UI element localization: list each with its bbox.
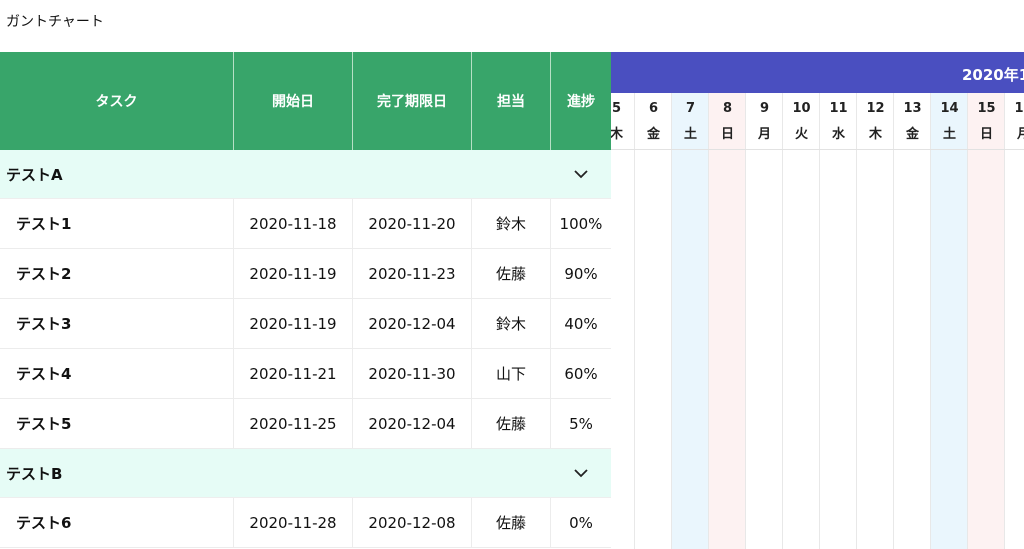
task-start-date: 2020-11-28 [234,498,353,547]
gantt-day-weekday: 日 [720,127,734,142]
task-assignee: 佐藤 [472,399,551,448]
column-header-task[interactable]: タスク [0,52,234,150]
gantt-day-weekday: 金 [905,127,919,142]
gantt-month-label: 2020年1 [962,66,1024,84]
task-end-date: 2020-11-30 [353,349,472,398]
gantt-day-weekday: 木 [868,127,882,142]
chevron-down-icon[interactable] [573,465,589,481]
gantt-day-weekday: 日 [979,127,993,142]
gantt-day-number: 11 [829,101,848,116]
gantt-day-column: 12 木 [857,93,894,549]
task-assignee: 佐藤 [472,498,551,547]
task-table-header: タスク 開始日 完了期限日 担当 進捗 [0,52,611,150]
task-start-date: 2020-11-21 [234,349,353,398]
task-end-date: 2020-12-04 [353,299,472,348]
task-assignee: 山下 [472,349,551,398]
gantt-day-column: 5木 [611,93,635,549]
task-table: タスク 開始日 完了期限日 担当 進捗 テストA テスト1 2020-11-18 20… [0,52,611,548]
gantt-day-weekday: 木 [611,127,623,142]
task-progress: 5% [569,414,593,433]
task-end-date: 2020-12-08 [353,498,472,547]
gantt-chart: 2020年1 5木6金7土8日9月10火11水12木13金14土15日16月 [611,52,1024,549]
gantt-day-number: 5 [611,101,622,116]
gantt-day-weekday: 月 [757,127,771,142]
task-progress: 90% [564,264,598,283]
task-assignee: 鈴木 [472,299,551,348]
gantt-day-number: 7 [685,101,696,116]
task-row[interactable]: テスト5 2020-11-25 2020-12-04 佐藤 5% [0,399,611,449]
task-progress: 40% [564,314,598,333]
gantt-day-column: 13 金 [894,93,931,549]
gantt-header-divider [611,149,1024,150]
gantt-day-number: 8 [722,101,733,116]
task-start-date: 2020-11-19 [234,249,353,298]
gantt-day-column: 14 土 [931,93,968,549]
task-row[interactable]: テスト1 2020-11-18 2020-11-20 鈴木 100% [0,199,611,249]
gantt-day-column: 6金 [635,93,672,549]
task-name: テスト6 [0,498,234,547]
gantt-day-weekday: 水 [831,127,845,142]
column-header-end[interactable]: 完了期限日 [353,52,472,150]
task-progress: 60% [564,364,598,383]
task-start-date: 2020-11-25 [234,399,353,448]
gantt-day-number: 9 [759,101,770,116]
task-end-date: 2020-11-23 [353,249,472,298]
gantt-day-weekday: 火 [794,127,808,142]
task-table-body: テストA テスト1 2020-11-18 2020-11-20 鈴木 100% テスト2 20… [0,150,611,548]
gantt-day-number: 16 [1014,101,1024,116]
gantt-day-number: 10 [792,101,811,116]
gantt-day-column: 8日 [709,93,746,549]
gantt-day-column: 7土 [672,93,709,549]
gantt-day-number: 14 [940,101,959,116]
task-assignee: 佐藤 [472,249,551,298]
task-end-date: 2020-11-20 [353,199,472,248]
gantt-month-bar: 2020年1 [611,52,1024,93]
column-header-progress[interactable]: 進捗 [551,52,611,150]
group-name: テストB [6,464,63,483]
task-row[interactable]: テスト4 2020-11-21 2020-11-30 山下 60% [0,349,611,399]
gantt-day-column: 16 月 [1005,93,1024,549]
task-end-date: 2020-12-04 [353,399,472,448]
group-name: テストA [6,165,63,184]
gantt-day-weekday: 月 [1016,127,1024,142]
task-row[interactable]: テスト2 2020-11-19 2020-11-23 佐藤 90% [0,249,611,299]
task-name: テスト2 [0,249,234,298]
gantt-day-number: 6 [648,101,659,116]
group-row[interactable]: テストB [0,449,611,498]
task-name: テスト3 [0,299,234,348]
gantt-day-number: 15 [977,101,996,116]
task-progress: 100% [559,214,603,233]
app-title: ガントチャート [6,14,104,30]
column-header-start[interactable]: 開始日 [234,52,353,150]
column-header-assignee[interactable]: 担当 [472,52,551,150]
gantt-day-column: 11 水 [820,93,857,549]
task-assignee: 鈴木 [472,199,551,248]
task-name: テスト1 [0,199,234,248]
task-row[interactable]: テスト6 2020-11-28 2020-12-08 佐藤 0% [0,498,611,548]
gantt-day-column: 9月 [746,93,783,549]
gantt-day-column: 15 日 [968,93,1005,549]
chevron-down-icon[interactable] [573,166,589,182]
task-name: テスト5 [0,399,234,448]
gantt-day-number: 13 [903,101,922,116]
gantt-day-weekday: 土 [942,127,956,142]
gantt-day-column: 10 火 [783,93,820,549]
task-name: テスト4 [0,349,234,398]
gantt-day-weekday: 金 [646,127,660,142]
task-start-date: 2020-11-19 [234,299,353,348]
task-row[interactable]: テスト3 2020-11-19 2020-12-04 鈴木 40% [0,299,611,349]
group-row[interactable]: テストA [0,150,611,199]
task-start-date: 2020-11-18 [234,199,353,248]
task-progress: 0% [569,513,593,532]
gantt-day-number: 12 [866,101,885,116]
gantt-day-columns: 5木6金7土8日9月10火11水12木13金14土15日16月 [611,93,1024,549]
gantt-day-weekday: 土 [683,127,697,142]
